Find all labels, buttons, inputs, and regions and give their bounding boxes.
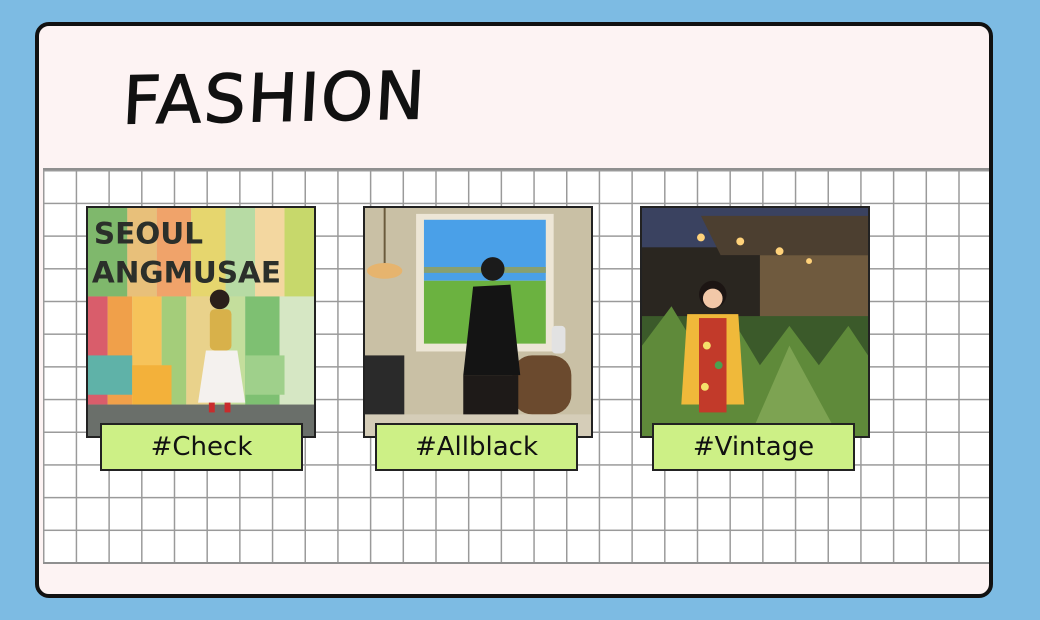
wall-sign-line1: SEOUL: [94, 216, 203, 250]
garden-photo-icon: [642, 208, 868, 436]
photo-card-allblack[interactable]: [363, 206, 593, 438]
wall-sign-line2: ANGMUSAE: [92, 256, 281, 290]
photo-card-vintage[interactable]: [640, 206, 870, 438]
wall-photo-icon: SEOUL ANGMUSAE: [88, 208, 314, 436]
photo-card-check[interactable]: SEOUL ANGMUSAE: [86, 206, 316, 438]
tag-vintage[interactable]: #Vintage: [652, 423, 855, 471]
page-title: FASHION: [120, 57, 429, 140]
tag-check[interactable]: #Check: [100, 423, 303, 471]
tag-allblack[interactable]: #Allblack: [375, 423, 578, 471]
window-photo-icon: [365, 208, 591, 436]
